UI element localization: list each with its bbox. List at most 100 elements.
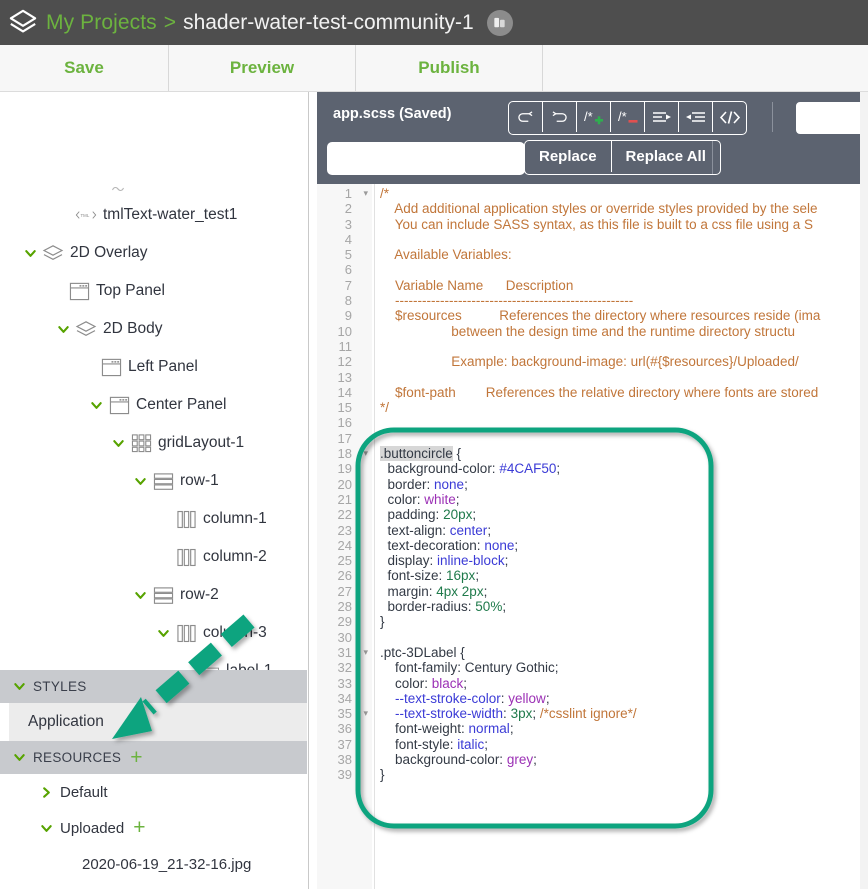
styles-section-header[interactable]: STYLES [0, 670, 307, 703]
line-number: 29 [317, 614, 372, 629]
breadcrumb-separator-icon: > [164, 11, 176, 35]
code-token: none [484, 538, 514, 553]
grid-layout-icon [130, 433, 152, 453]
tree-node-center-panel[interactable]: Center Panel [0, 386, 307, 424]
tree-node-gridlayout-1[interactable]: gridLayout-1 [0, 424, 307, 462]
redo-icon[interactable] [543, 102, 577, 132]
fold-toggle-icon[interactable]: ▾ [363, 706, 368, 721]
code-token: You can include SASS syntax, as this fil… [380, 217, 813, 232]
code-token: 20px [443, 507, 472, 522]
code-token: /*csslint ignore*/ [540, 706, 637, 721]
chevron-down-icon[interactable] [110, 435, 127, 452]
code-token: center [450, 523, 488, 538]
resource-row[interactable]: Uploaded + [0, 810, 307, 846]
find-input[interactable] [796, 102, 868, 134]
comment-add-icon[interactable]: /* [577, 102, 611, 132]
tree-node-column-3[interactable]: column-3 [0, 614, 307, 652]
code-line: --text-stroke-color: yellow; [380, 691, 868, 706]
chevron-down-icon[interactable] [132, 473, 149, 490]
svg-text:/*: /* [584, 109, 593, 124]
fold-toggle-icon[interactable]: ▾ [363, 186, 368, 201]
code-token [380, 691, 395, 706]
tree-node-left-panel[interactable]: Left Panel [0, 348, 307, 386]
code-token: color: [380, 676, 432, 691]
code-line: You can include SASS syntax, as this fil… [380, 217, 868, 232]
fold-toggle-icon[interactable]: ▾ [363, 446, 368, 461]
breadcrumb: My Projects > shader-water-test-communit… [46, 11, 474, 35]
indent-right-icon[interactable] [645, 102, 679, 132]
tree-node-row-1[interactable]: row-1 [0, 462, 307, 500]
code-token: ----------------------------------------… [380, 293, 633, 308]
code-token: */ [380, 400, 389, 415]
chevron-down-icon[interactable] [10, 680, 28, 693]
code-token: text-decoration: [380, 538, 484, 553]
publish-button[interactable]: Publish [356, 45, 543, 91]
code-scroll-area[interactable]: 1▾23456789101112131415161718▾19202122232… [317, 184, 868, 889]
code-line: font-weight: normal; [380, 721, 868, 736]
comment-remove-icon[interactable]: /* [611, 102, 645, 132]
resource-row[interactable]: Default [0, 774, 307, 810]
line-number: 7 [317, 278, 372, 293]
fold-toggle-icon[interactable]: ▾ [363, 645, 368, 660]
line-number: 20 [317, 477, 372, 492]
tree-node-column-1[interactable]: column-1 [0, 500, 307, 538]
preview-button[interactable]: Preview [169, 45, 356, 91]
line-number: 27 [317, 584, 372, 599]
add-uploaded-resource-icon[interactable]: + [133, 821, 145, 835]
code-token: background-color: [380, 461, 499, 476]
replace-button[interactable]: Replace [525, 141, 612, 172]
code-token: Variable Name Description [380, 278, 573, 293]
code-token: font-weight: [380, 721, 469, 736]
chevron-down-icon[interactable] [22, 245, 39, 262]
code-line [380, 431, 868, 446]
tree-node-2d-body[interactable]: 2D Body [0, 310, 307, 348]
panel-icon [108, 395, 130, 415]
window-scrollbar[interactable] [860, 92, 868, 889]
code-line: --text-stroke-width: 3px; /*csslint igno… [380, 706, 868, 721]
add-resource-icon[interactable]: + [130, 751, 143, 765]
tree-node-top-panel[interactable]: Top Panel [0, 272, 307, 310]
resource-row[interactable]: 2020-06-19_21-32-16.jpg [0, 846, 307, 882]
chevron-down-icon[interactable] [55, 321, 72, 338]
code-token: .ptc-3DLabel { [380, 645, 465, 660]
code-token: : [503, 706, 511, 721]
tree-node-label: row-2 [180, 586, 219, 604]
code-token: ; [487, 523, 491, 538]
tree-node-column-2[interactable]: column-2 [0, 538, 307, 576]
chevron-down-icon[interactable] [132, 587, 149, 604]
resource-row-label: Uploaded [60, 820, 124, 837]
code-line: Example: background-image: url(#{$resour… [380, 354, 868, 369]
resources-section-header[interactable]: RESOURCES+ [0, 741, 307, 774]
code-line [380, 370, 868, 385]
chevron-down-icon[interactable] [155, 625, 172, 642]
code-line: } [380, 767, 868, 782]
replace-input[interactable] [327, 142, 525, 175]
tree-node-row-2[interactable]: row-2 [0, 576, 307, 614]
code-token: font-family: Century Gothic; [380, 660, 559, 675]
tree-node-label: 2D Overlay [70, 244, 148, 262]
layers-logo-icon[interactable] [0, 8, 46, 38]
breadcrumb-my-projects[interactable]: My Projects [46, 11, 157, 35]
format-code-icon[interactable] [713, 102, 746, 132]
code-token: border-radius: [380, 599, 475, 614]
styles-item-application[interactable]: Application [0, 703, 307, 741]
code-text[interactable]: /* Add additional application styles or … [380, 184, 868, 889]
code-token: ; [472, 507, 476, 522]
undo-icon[interactable] [509, 102, 543, 132]
code-token: normal [469, 721, 510, 736]
tree-node-2d-overlay[interactable]: 2D Overlay [0, 234, 307, 272]
indent-left-icon[interactable] [679, 102, 713, 132]
code-editor-pane: app.scss (Saved) /* [317, 92, 868, 889]
replace-all-button[interactable]: Replace All [612, 141, 720, 172]
save-button[interactable]: Save [0, 45, 169, 91]
line-number: 1▾ [317, 186, 372, 201]
tree-node-tmltext-water-test1[interactable]: TMLtmlText-water_test1 [0, 196, 307, 234]
chevron-down-icon[interactable] [38, 822, 54, 835]
code-line: display: inline-block; [380, 553, 868, 568]
chevron-down-icon[interactable] [10, 751, 28, 764]
chevron-down-icon[interactable] [88, 397, 105, 414]
line-number: 22 [317, 507, 372, 522]
chevron-right-icon[interactable] [38, 786, 54, 799]
project-type-icon[interactable] [487, 10, 513, 36]
tree-node-label: column-1 [203, 510, 267, 528]
